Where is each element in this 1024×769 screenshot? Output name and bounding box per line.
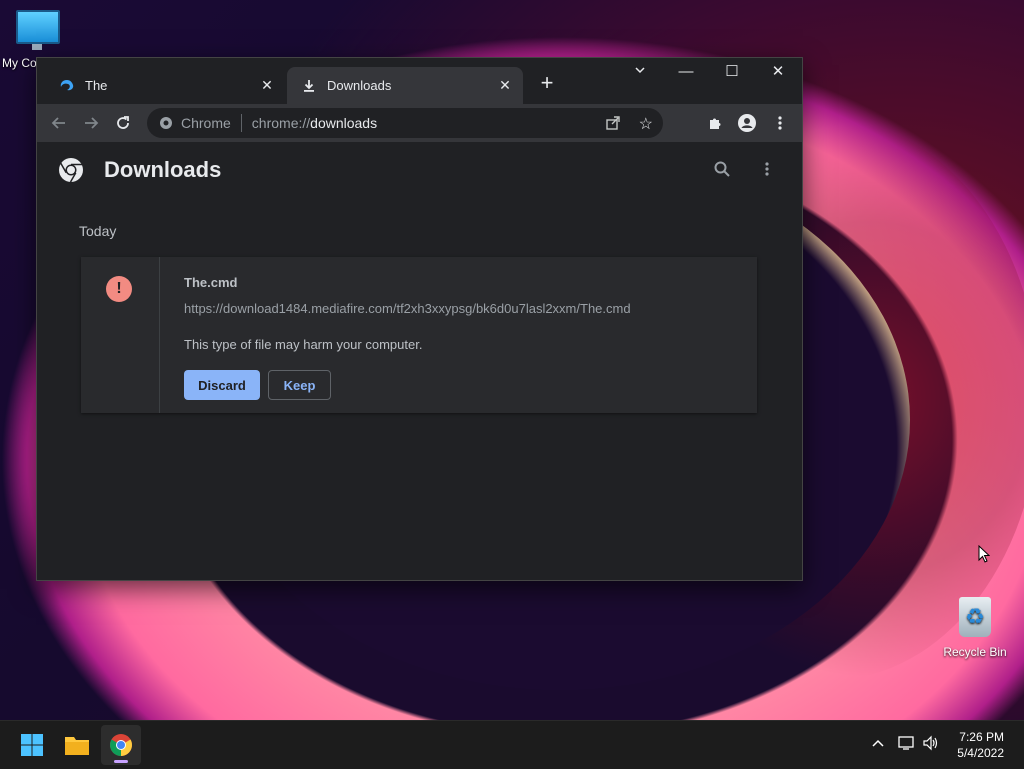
tab-label: Downloads — [327, 78, 392, 93]
warning-icon: ! — [106, 276, 132, 302]
download-source-url[interactable]: https://download1484.mediafire.com/tf2xh… — [184, 301, 631, 316]
clock-time: 7:26 PM — [959, 730, 1004, 744]
start-button[interactable] — [12, 725, 52, 765]
edge-favicon — [59, 78, 75, 94]
omnibox-path: downloads — [310, 115, 378, 131]
keep-button[interactable]: Keep — [268, 370, 331, 400]
close-window-button[interactable]: ✕ — [755, 58, 801, 88]
mouse-cursor-icon — [978, 545, 990, 563]
minimize-button[interactable]: — — [663, 58, 709, 88]
danger-warning-text: This type of file may harm your computer… — [184, 337, 423, 352]
close-tab-icon[interactable]: ✕ — [493, 77, 517, 94]
discard-button[interactable]: Discard — [184, 370, 260, 400]
close-tab-icon[interactable]: ✕ — [255, 77, 279, 94]
maximize-button[interactable]: ☐ — [709, 58, 755, 88]
download-item: ! The.cmd https://download1484.mediafire… — [81, 257, 757, 413]
date-group-label: Today — [79, 223, 117, 239]
file-explorer-button[interactable] — [57, 725, 97, 765]
tab-search-chevron-icon[interactable] — [617, 58, 663, 88]
chrome-window: The ✕ Downloads ✕ + — ☐ ✕ Chrome chrome:… — [36, 57, 803, 581]
back-button[interactable] — [47, 111, 71, 135]
recycle-bin-icon: ♻ — [959, 597, 991, 637]
windows-logo-icon — [21, 734, 43, 756]
tab-strip: The ✕ Downloads ✕ + — ☐ ✕ — [37, 58, 802, 104]
omnibox-chip: Chrome — [181, 115, 231, 131]
chrome-logo-icon — [159, 116, 173, 130]
desktop-icon-recycle-bin[interactable]: ♻ Recycle Bin — [935, 597, 1015, 659]
active-app-indicator — [114, 760, 128, 763]
omnibox-scheme: chrome:// — [251, 115, 311, 131]
show-hidden-icons-chevron-icon[interactable] — [872, 735, 884, 751]
downloads-header: Downloads — [37, 142, 802, 198]
tab-label: The — [85, 78, 108, 93]
bookmark-star-icon[interactable]: ☆ — [639, 114, 653, 134]
search-icon[interactable] — [713, 160, 731, 178]
page-title: Downloads — [104, 157, 222, 182]
chrome-taskbar-button[interactable] — [101, 725, 141, 765]
chrome-logo-icon — [58, 157, 84, 183]
network-icon[interactable] — [898, 735, 916, 754]
more-options-icon[interactable] — [765, 161, 769, 177]
address-bar[interactable]: Chrome chrome://downloads ☆ — [147, 108, 663, 138]
tab-downloads[interactable]: Downloads ✕ — [287, 67, 523, 104]
system-clock[interactable]: 7:26 PM 5/4/2022 — [957, 729, 1004, 761]
computer-icon — [16, 10, 60, 50]
toolbar: Chrome chrome://downloads ☆ — [37, 104, 802, 142]
download-item-icon-area: ! — [81, 257, 160, 413]
chrome-icon — [110, 734, 132, 756]
extensions-puzzle-icon[interactable] — [703, 111, 727, 135]
profile-avatar-icon[interactable] — [735, 111, 759, 135]
volume-icon[interactable] — [922, 735, 940, 754]
download-filename[interactable]: The.cmd — [184, 275, 237, 290]
tab-the[interactable]: The ✕ — [45, 67, 285, 104]
clock-date: 5/4/2022 — [957, 746, 1004, 760]
download-icon — [301, 78, 317, 94]
chrome-menu-icon[interactable] — [768, 111, 792, 135]
desktop-icon-label: Recycle Bin — [943, 645, 1007, 659]
omnibox-divider — [240, 114, 242, 132]
forward-button[interactable] — [79, 111, 103, 135]
share-icon[interactable] — [605, 115, 621, 131]
folder-icon — [65, 737, 89, 755]
reload-button[interactable] — [111, 111, 135, 135]
downloads-content: Today ! The.cmd https://download1484.med… — [37, 197, 802, 580]
taskbar: 7:26 PM 5/4/2022 — [0, 720, 1024, 769]
new-tab-button[interactable]: + — [533, 70, 561, 98]
